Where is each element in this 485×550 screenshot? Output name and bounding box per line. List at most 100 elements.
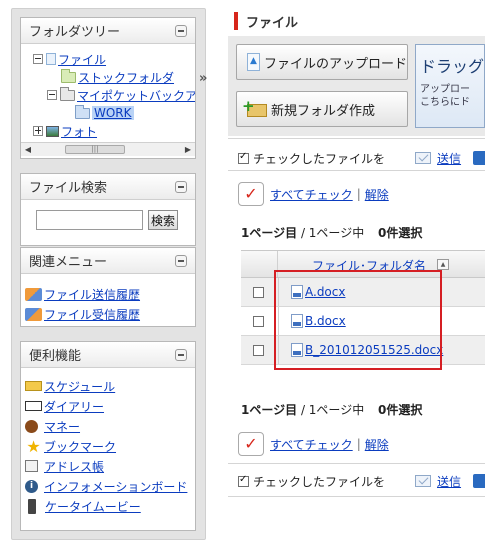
minimize-icon[interactable]: [175, 349, 187, 361]
diary-icon: [25, 401, 42, 411]
menu-item-label[interactable]: インフォメーションボード: [44, 478, 187, 495]
row-checkbox[interactable]: [253, 316, 264, 330]
selected-count: 0件選択: [378, 226, 423, 240]
menu-item-address-book[interactable]: アドレス帳: [25, 456, 195, 476]
tree-item-label[interactable]: ストックフォルダ: [78, 69, 174, 86]
tree-item-mypocket[interactable]: マイポケットバックアップ: [47, 86, 195, 104]
menu-item-label[interactable]: スケジュール: [44, 378, 115, 395]
main-header: ファイル: [228, 8, 485, 34]
upload-icon: [247, 53, 260, 71]
download-icon[interactable]: [473, 151, 485, 165]
open-folder-icon: [75, 104, 90, 119]
divider: [228, 170, 485, 171]
sort-icon[interactable]: ▲: [437, 259, 449, 270]
send-icon: [415, 475, 432, 487]
minimize-icon[interactable]: [175, 25, 187, 37]
file-search-header: ファイル検索: [21, 174, 195, 200]
menu-item-mobile-movie[interactable]: ケータイムービー: [25, 496, 195, 516]
utility-header: 便利機能: [21, 342, 195, 368]
tree-item-work[interactable]: WORK: [75, 104, 134, 121]
scroll-thumb[interactable]: |||: [65, 145, 125, 154]
collapse-icon[interactable]: [47, 90, 57, 100]
check-all-link[interactable]: すべてチェック: [270, 186, 353, 203]
menu-item-label[interactable]: アドレス帳: [44, 458, 104, 475]
divider: [228, 496, 485, 497]
menu-item-money[interactable]: マネー: [25, 416, 195, 436]
folder-tree: ファイル ストックフォルダ マイポケットバックアップ WORK フォト: [21, 44, 195, 156]
search-body: 検索: [21, 200, 195, 244]
menu-item-send-history[interactable]: ファイル送信履歴: [25, 284, 195, 304]
related-menu-panel: 関連メニュー ファイル送信履歴 ファイル受信履歴: [20, 247, 196, 327]
pagination-info-bottom: 1ページ目 / 1ページ中 0件選択: [241, 401, 422, 418]
page-total: 1ページ中: [308, 403, 365, 417]
send-history-icon: [25, 287, 42, 301]
menu-item-diary[interactable]: ダイアリー: [25, 396, 195, 416]
action-area: ファイルのアップロード 新規フォルダ作成 ドラッグ アップロー こちらにド: [228, 36, 485, 136]
release-link[interactable]: 解除: [365, 186, 389, 203]
horizontal-scrollbar[interactable]: ◀ ||| ▶: [21, 142, 195, 156]
tree-item-stock[interactable]: ストックフォルダ: [61, 68, 174, 86]
send-link[interactable]: 送信: [437, 473, 461, 490]
check-all-link[interactable]: すべてチェック: [270, 436, 353, 453]
checkbox-icon[interactable]: [253, 287, 264, 298]
menu-item-label[interactable]: ケータイムービー: [45, 498, 141, 515]
send-link[interactable]: 送信: [437, 150, 461, 167]
highlight-box: [274, 270, 442, 370]
menu-item-label[interactable]: マネー: [44, 418, 80, 435]
menu-item-schedule[interactable]: スケジュール: [25, 376, 195, 396]
mobile-phone-icon: [28, 498, 36, 514]
checked-files-label: チェックしたファイルを: [253, 474, 386, 489]
search-input[interactable]: [36, 210, 143, 230]
upload-button[interactable]: ファイルのアップロード: [236, 44, 408, 80]
check-all-row-top: ✓ すべてチェック | 解除: [238, 182, 389, 206]
menu-item-info-board[interactable]: i インフォメーションボード: [25, 476, 195, 496]
related-menu-title: 関連メニュー: [29, 255, 108, 270]
page-separator: /: [297, 226, 309, 240]
drag-drop-zone[interactable]: ドラッグ アップロー こちらにド: [415, 44, 485, 128]
folder-tree-panel: フォルダツリー ファイル ストックフォルダ マイポケットバックアップ WORK: [20, 17, 196, 159]
menu-item-label[interactable]: ファイル送信履歴: [44, 286, 140, 303]
drag-title: ドラッグ: [420, 57, 485, 76]
scroll-right-icon[interactable]: ▶: [181, 143, 195, 156]
sidebar: フォルダツリー ファイル ストックフォルダ マイポケットバックアップ WORK: [11, 8, 206, 540]
menu-item-label[interactable]: ファイル受信履歴: [44, 306, 140, 323]
menu-item-receive-history[interactable]: ファイル受信履歴: [25, 304, 195, 324]
info-icon: i: [25, 479, 38, 493]
page-separator: /: [297, 403, 309, 417]
expand-icon[interactable]: [33, 126, 43, 136]
release-link[interactable]: 解除: [365, 436, 389, 453]
checkbox-icon[interactable]: [253, 345, 264, 356]
bulk-action-row-top: チェックしたファイルを 送信: [238, 149, 485, 167]
row-checkbox[interactable]: [253, 345, 264, 359]
collapse-sidebar-icon[interactable]: »: [199, 71, 208, 86]
menu-item-label[interactable]: ブックマーク: [44, 438, 116, 455]
related-menu-list: ファイル送信履歴 ファイル受信履歴: [21, 274, 195, 324]
tree-item-label[interactable]: WORK: [92, 106, 134, 120]
new-folder-icon: [242, 97, 267, 117]
row-checkbox[interactable]: [253, 287, 264, 301]
page-current: 1ページ目: [241, 403, 298, 417]
file-search-panel: ファイル検索 検索: [20, 173, 196, 246]
menu-item-label[interactable]: ダイアリー: [44, 398, 104, 415]
folder-icon: [60, 86, 75, 101]
tree-item-photo[interactable]: フォト: [33, 123, 97, 139]
tree-item-label[interactable]: フォト: [61, 123, 97, 140]
schedule-icon: [25, 381, 42, 391]
file-root-icon: [46, 53, 56, 65]
money-icon: [25, 419, 38, 433]
folder-tree-title: フォルダツリー: [29, 25, 121, 40]
checkbox-icon[interactable]: [253, 316, 264, 327]
scroll-left-icon[interactable]: ◀: [21, 143, 35, 156]
tree-item-label[interactable]: ファイル: [58, 51, 106, 68]
menu-item-bookmark[interactable]: ★ ブックマーク: [25, 436, 195, 456]
download-icon[interactable]: [473, 474, 485, 488]
collapse-icon[interactable]: [33, 54, 43, 64]
separator: |: [356, 437, 361, 451]
search-button[interactable]: 検索: [148, 210, 178, 230]
tree-item-file[interactable]: ファイル: [33, 51, 106, 67]
title-accent-bar: [234, 12, 238, 30]
minimize-icon[interactable]: [175, 255, 187, 267]
minimize-icon[interactable]: [175, 181, 187, 193]
new-folder-button[interactable]: 新規フォルダ作成: [236, 91, 408, 127]
tree-item-label[interactable]: マイポケットバックアップ: [77, 87, 195, 104]
